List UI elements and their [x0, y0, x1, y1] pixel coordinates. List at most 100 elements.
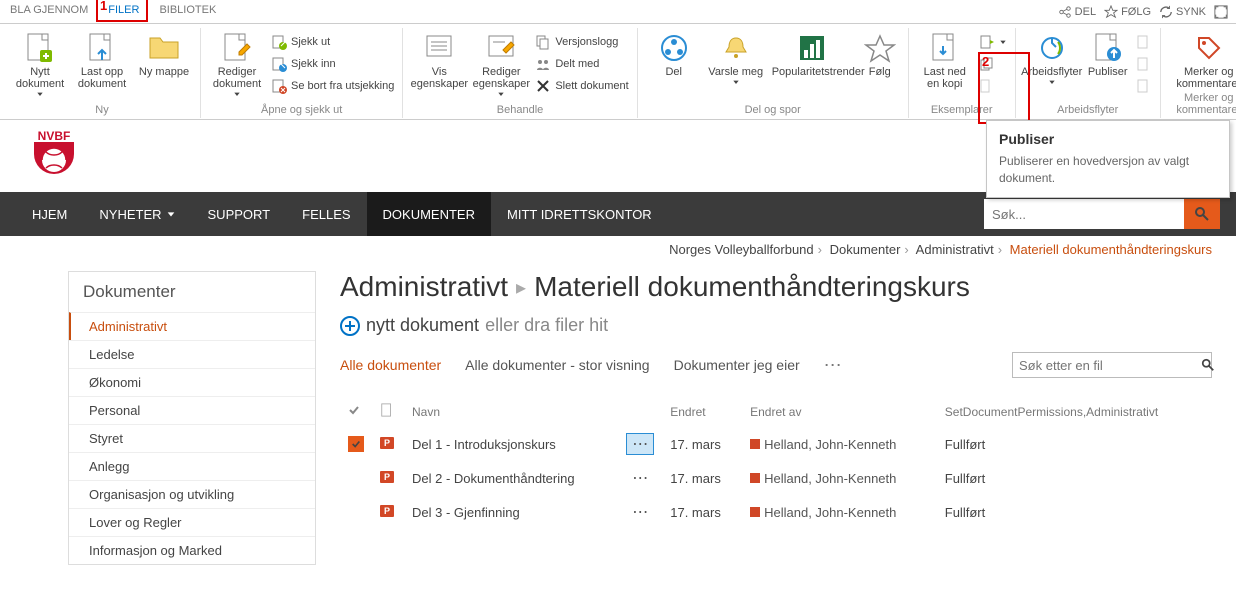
version-icon	[535, 34, 551, 50]
delete-document-button[interactable]: Slett dokument	[535, 76, 628, 96]
sidebar-item-lover-og-regler[interactable]: Lover og Regler	[69, 508, 315, 536]
nav-search-input[interactable]	[984, 199, 1184, 229]
share-button[interactable]: DEL	[1058, 5, 1096, 19]
sidebar-item-ledelse[interactable]: Ledelse	[69, 340, 315, 368]
doc-name-link[interactable]: Del 1 - Introduksjonskurs	[412, 437, 556, 452]
group-label-delspor: Del og spor	[646, 102, 900, 118]
shared-icon	[535, 56, 551, 72]
row-menu-button[interactable]: ⋯	[626, 467, 654, 489]
unpublish-button[interactable]	[1136, 32, 1152, 52]
cell-modified-by[interactable]: Helland, John-Kenneth	[742, 461, 937, 495]
edit-document-button[interactable]: Rediger dokument	[209, 28, 265, 98]
col-setperm[interactable]: SetDocumentPermissions,Administrativt	[937, 396, 1212, 427]
nav-search-button[interactable]	[1184, 199, 1220, 229]
tags-notes-button[interactable]: Merker og kommentarer	[1169, 28, 1236, 90]
view-properties-button[interactable]: Vis egenskaper	[411, 28, 467, 90]
publish-button[interactable]: Publiser	[1086, 28, 1130, 78]
table-row[interactable]: Del 1 - Introduksjonskurs⋯17. marsHellan…	[340, 427, 1212, 461]
doc-name-link[interactable]: Del 3 - Gjenfinning	[412, 505, 520, 520]
row-menu-button[interactable]: ⋯	[626, 433, 654, 455]
presence-icon	[750, 473, 760, 483]
tooltip-title: Publiser	[999, 131, 1217, 147]
sidebar-item--konomi[interactable]: Økonomi	[69, 368, 315, 396]
row-menu-button[interactable]: ⋯	[626, 501, 654, 523]
workflows-button[interactable]: Arbeidsflyter	[1024, 28, 1080, 86]
nav-felles[interactable]: FELLES	[286, 192, 366, 236]
plus-circle-icon[interactable]	[340, 316, 360, 336]
view-all-large[interactable]: Alle dokumenter - stor visning	[465, 357, 649, 373]
download-copy-button[interactable]: Last ned en kopi	[917, 28, 973, 90]
fullscreen-button[interactable]	[1214, 5, 1228, 19]
crumb-administrativt[interactable]: Administrativt	[916, 242, 994, 257]
more-views-button[interactable]: ⋯	[824, 355, 842, 376]
cell-modified-by[interactable]: Helland, John-Kenneth	[742, 495, 937, 529]
page-title: Administrativt ▸ Materiell dokumenthåndt…	[340, 271, 1212, 303]
unpublish-icon	[1136, 34, 1152, 50]
discard-icon	[271, 78, 287, 94]
nav-hjem[interactable]: HJEM	[16, 192, 83, 236]
file-search-input[interactable]	[1013, 358, 1201, 373]
tooltip-body: Publiserer en hovedversjon av valgt doku…	[999, 153, 1217, 187]
send-icon	[979, 34, 995, 50]
tab-library[interactable]: BIBLIOTEK	[149, 0, 226, 23]
go-to-source-button[interactable]	[979, 76, 1007, 96]
approve-button[interactable]	[1136, 54, 1152, 74]
sidebar-item-informasjon-og-marked[interactable]: Informasjon og Marked	[69, 536, 315, 564]
row-checkbox[interactable]	[348, 469, 364, 485]
view-mine[interactable]: Dokumenter jeg eier	[674, 357, 800, 373]
group-label-eksemplar: Eksemplarer	[917, 102, 1007, 118]
group-label-merker: Merker og kommentarer	[1169, 90, 1236, 118]
shared-with-button[interactable]: Delt med	[535, 54, 628, 74]
sync-button[interactable]: SYNK	[1159, 5, 1206, 19]
sidebar-item-anlegg[interactable]: Anlegg	[69, 452, 315, 480]
nav-nyheter[interactable]: NYHETER	[83, 192, 191, 236]
col-modified[interactable]: Endret	[662, 396, 742, 427]
cell-modified-by[interactable]: Helland, John-Kenneth	[742, 427, 937, 461]
presence-icon	[750, 439, 760, 449]
sidebar-item-organisasjon-og-utvikling[interactable]: Organisasjon og utvikling	[69, 480, 315, 508]
svg-text:NVBF: NVBF	[38, 129, 71, 143]
sidebar-item-administrativt[interactable]: Administrativt	[69, 312, 315, 340]
nav-mitt[interactable]: MITT IDRETTSKONTOR	[491, 192, 668, 236]
edit-properties-button[interactable]: Rediger egenskaper	[473, 28, 529, 98]
caret-down-icon	[166, 209, 176, 219]
row-checkbox[interactable]	[348, 436, 364, 452]
col-modified-by[interactable]: Endret av	[742, 396, 937, 427]
checkin-button[interactable]: Sjekk inn	[271, 54, 394, 74]
nav-dokumenter[interactable]: DOKUMENTER	[367, 192, 491, 236]
crumb-dokumenter[interactable]: Dokumenter	[830, 242, 901, 257]
check-icon	[348, 404, 360, 416]
download-icon	[929, 32, 961, 64]
view-all[interactable]: Alle dokumenter	[340, 357, 441, 373]
share-doc-button[interactable]: Del	[646, 28, 702, 78]
version-history-button[interactable]: Versjonslogg	[535, 32, 628, 52]
alert-me-button[interactable]: Varsle meg	[708, 28, 764, 86]
cancel-approval-button[interactable]	[1136, 76, 1152, 96]
sidebar-item-styret[interactable]: Styret	[69, 424, 315, 452]
nvbf-logo: NVBF	[24, 126, 84, 186]
annotation-number-2: 2	[982, 54, 989, 69]
file-search-button[interactable]	[1201, 358, 1215, 372]
new-folder-button[interactable]: Ny mappe	[136, 28, 192, 78]
checkout-button[interactable]: Sjekk ut	[271, 32, 394, 52]
sidebar: Dokumenter AdministrativtLedelseØkonomiP…	[68, 271, 316, 565]
table-row[interactable]: Del 2 - Dokumenthåndtering⋯17. marsHella…	[340, 461, 1212, 495]
new-document-button[interactable]: Nytt dokument	[12, 28, 68, 98]
nav-support[interactable]: SUPPORT	[192, 192, 287, 236]
follow-button[interactable]: FØLG	[1104, 5, 1151, 19]
crumb-root[interactable]: Norges Volleyballforbund	[669, 242, 814, 257]
breadcrumb: Norges Volleyballforbund› Dokumenter› Ad…	[0, 236, 1236, 263]
sidebar-item-personal[interactable]: Personal	[69, 396, 315, 424]
popularity-button[interactable]: Popularitetstrender	[770, 28, 854, 78]
new-document-link[interactable]: nytt dokument	[366, 315, 479, 336]
tab-browse[interactable]: BLA GJENNOM	[0, 0, 98, 23]
follow-doc-button[interactable]: Følg	[860, 28, 900, 78]
crumb-current: Materiell dokumenthåndteringskurs	[1010, 242, 1212, 257]
row-checkbox[interactable]	[348, 503, 364, 519]
col-name[interactable]: Navn	[404, 396, 618, 427]
doc-name-link[interactable]: Del 2 - Dokumenthåndtering	[412, 471, 575, 486]
upload-document-button[interactable]: Last opp dokument	[74, 28, 130, 90]
discard-checkout-button[interactable]: Se bort fra utsjekking	[271, 76, 394, 96]
send-to-button[interactable]	[979, 32, 1007, 52]
table-row[interactable]: Del 3 - Gjenfinning⋯17. marsHelland, Joh…	[340, 495, 1212, 529]
